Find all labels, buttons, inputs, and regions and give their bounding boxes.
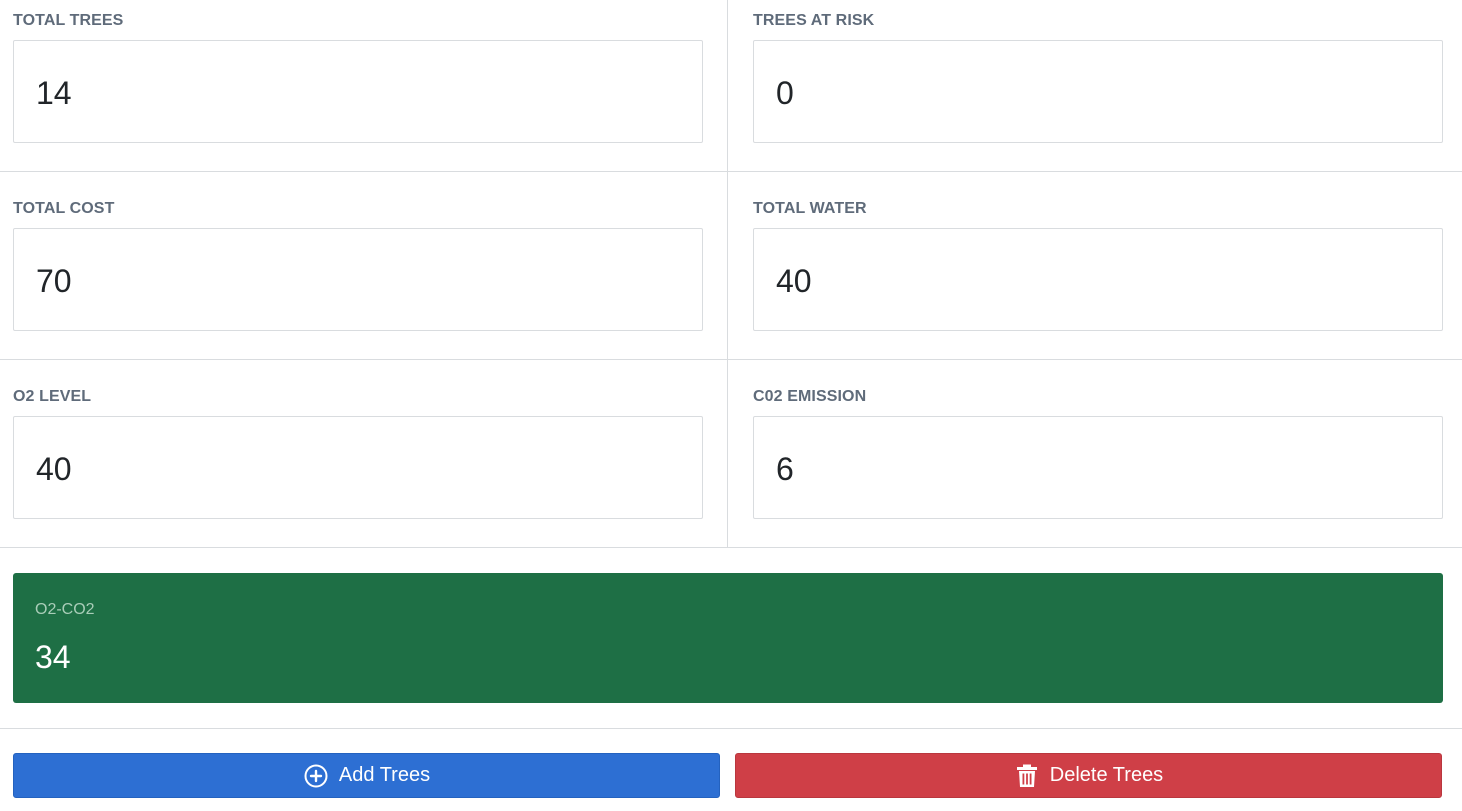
stats-row-2: TOTAL COST 70 TOTAL WATER 40 xyxy=(0,172,1462,360)
stat-value: 6 xyxy=(776,451,794,487)
dashboard-page: TOTAL TREES 14 TREES AT RISK 0 TOTAL COS… xyxy=(0,0,1462,811)
stat-label: TOTAL COST xyxy=(13,200,115,217)
divider xyxy=(0,728,1462,729)
stats-row-3: O2 LEVEL 40 C02 EMISSION 6 xyxy=(0,360,1462,548)
stat-label: TOTAL TREES xyxy=(13,12,124,29)
stat-value-box: 40 xyxy=(13,416,703,519)
stat-value-box: 70 xyxy=(13,228,703,331)
trash-icon xyxy=(1014,763,1040,789)
stats-row-1: TOTAL TREES 14 TREES AT RISK 0 xyxy=(0,0,1462,172)
stat-value: 0 xyxy=(776,75,794,111)
column-divider xyxy=(727,172,728,359)
stat-value: 40 xyxy=(776,263,812,299)
add-trees-label: Add Trees xyxy=(338,764,431,786)
column-divider xyxy=(727,360,728,547)
stat-label: TREES AT RISK xyxy=(753,12,875,29)
stat-value: 14 xyxy=(36,75,72,111)
delete-trees-label: Delete Trees xyxy=(1049,764,1164,786)
stat-value-box: 0 xyxy=(753,40,1443,143)
delete-trees-button[interactable]: Delete Trees xyxy=(735,753,1442,798)
stat-value-box: 14 xyxy=(13,40,703,143)
stat-value-box: 40 xyxy=(753,228,1443,331)
column-divider xyxy=(727,0,728,171)
stat-label: O2 LEVEL xyxy=(13,388,92,405)
stat-label: C02 EMISSION xyxy=(753,388,867,405)
add-trees-button[interactable]: Add Trees xyxy=(13,753,720,798)
stat-value: 40 xyxy=(36,451,72,487)
stat-value-box: 6 xyxy=(753,416,1443,519)
o2-co2-balance-card: O2-CO2 34 xyxy=(13,573,1443,703)
stat-label: TOTAL WATER xyxy=(753,200,867,217)
balance-value: 34 xyxy=(35,639,71,675)
plus-circle-icon xyxy=(303,763,329,789)
balance-label: O2-CO2 xyxy=(35,601,95,618)
stat-value: 70 xyxy=(36,263,72,299)
